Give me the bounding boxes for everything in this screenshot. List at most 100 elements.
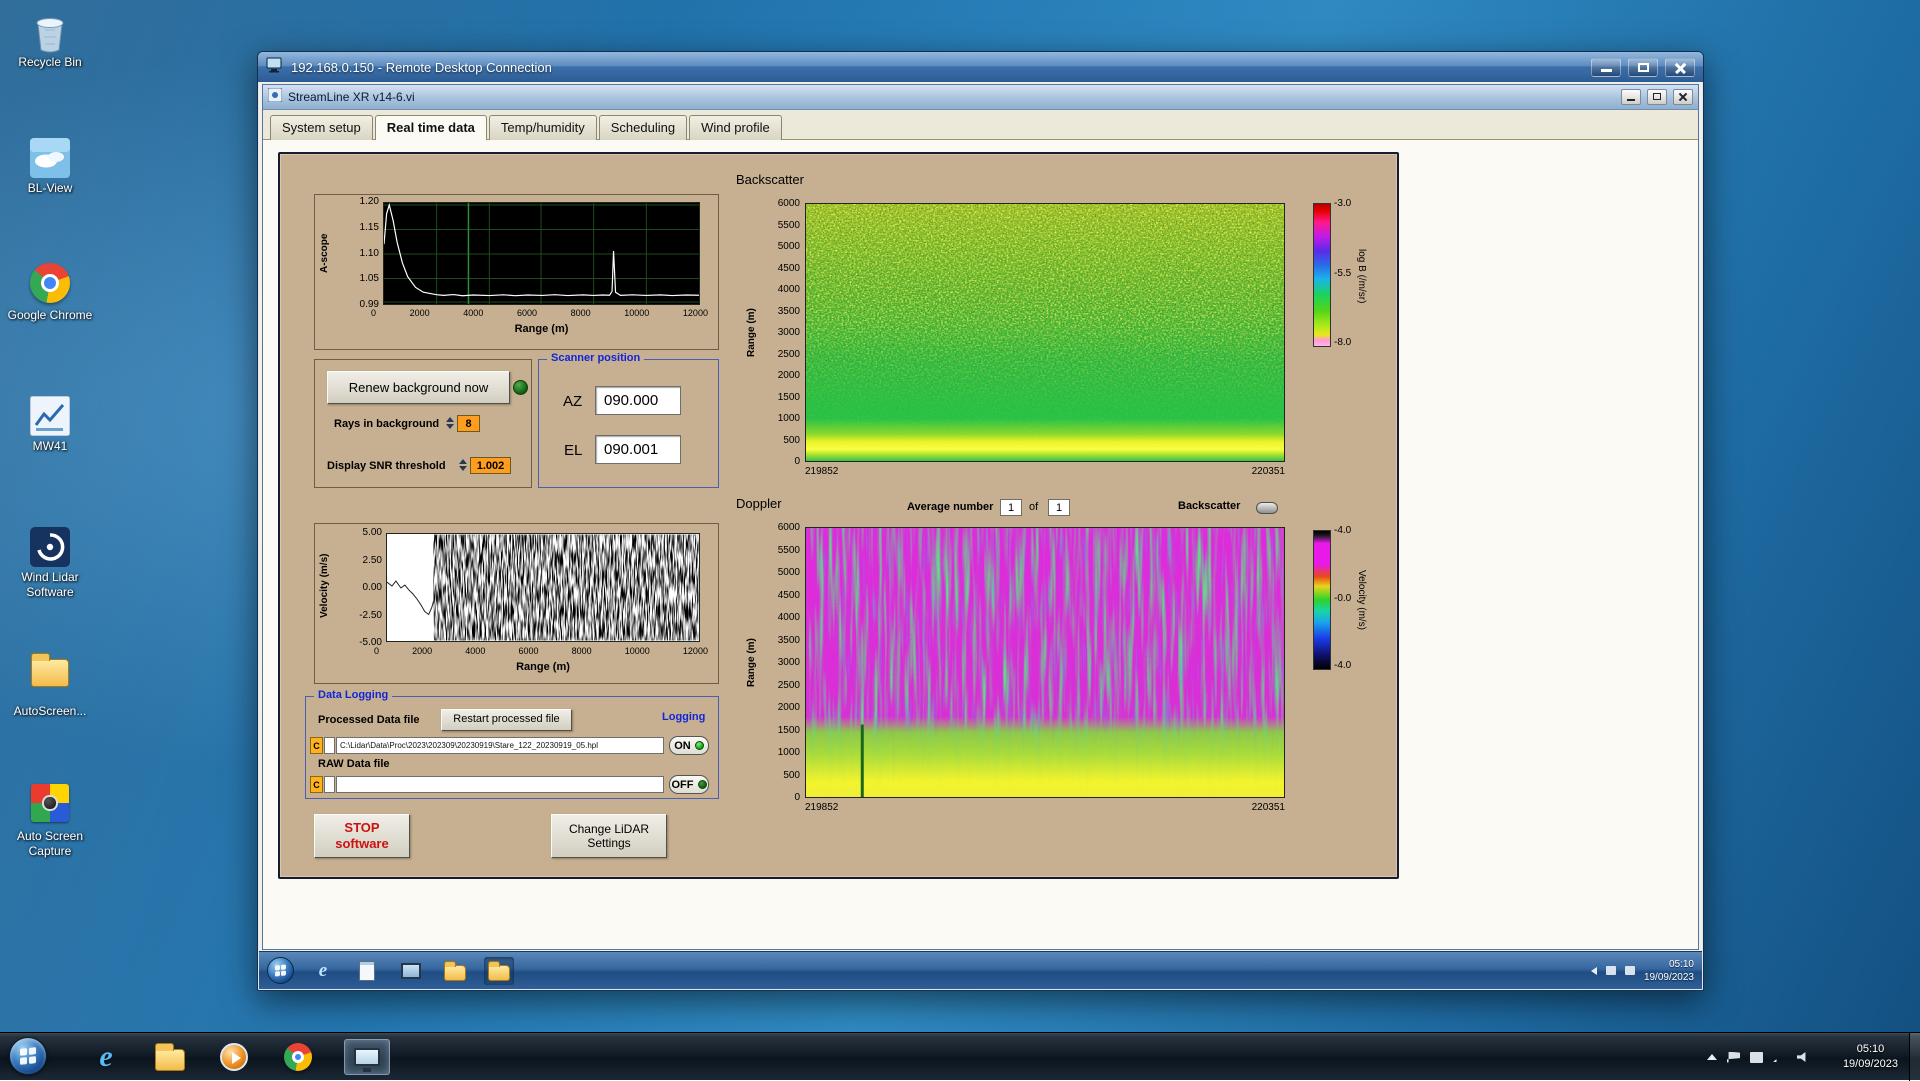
rays-field[interactable]: 8 [457, 415, 480, 432]
tab-scheduling[interactable]: Scheduling [599, 115, 687, 140]
raw-path-field[interactable] [336, 776, 664, 793]
app-titlebar[interactable]: StreamLine XR v14-6.vi [263, 85, 1698, 110]
desktop-icon-autoscreen[interactable]: AutoScreen... [6, 650, 94, 719]
snr-spinner[interactable] [459, 455, 467, 475]
remote-app-icon[interactable] [396, 957, 426, 985]
taskbar-media-player-icon[interactable] [214, 1039, 254, 1075]
tick-label: 1.10 [360, 248, 379, 259]
rdp-minimize-button[interactable] [1591, 58, 1621, 77]
tab-system-setup[interactable]: System setup [270, 115, 373, 140]
remote-clock[interactable]: 05:10 19/09/2023 [1644, 958, 1694, 984]
doppler-x-end: 220351 [1252, 802, 1285, 813]
az-field[interactable]: 090.000 [595, 386, 681, 415]
tick-label: 5.00 [363, 527, 382, 538]
scanner-position-title: Scanner position [547, 352, 644, 364]
restart-processed-button[interactable]: Restart processed file [441, 709, 572, 731]
tick-label: 3000 [778, 327, 800, 338]
taskbar-explorer-icon[interactable] [150, 1039, 190, 1075]
backscatter-heatmap [805, 203, 1285, 462]
average-number-field[interactable]: 1 [1000, 499, 1022, 516]
average-total-field[interactable]: 1 [1048, 499, 1070, 516]
processed-path-field[interactable]: C:\Lidar\Data\Proc\2023\202309\20230919\… [336, 737, 664, 754]
desktop-icon-auto-screen-capture[interactable]: Auto Screen Capture [6, 782, 94, 859]
browse-icon[interactable] [324, 737, 335, 754]
taskbar-rdp-icon[interactable] [344, 1039, 390, 1075]
tick-label: 2500 [778, 349, 800, 360]
desktop-icon-google-chrome[interactable]: Google Chrome [6, 262, 94, 323]
background-group: Renew background now Rays in background … [314, 359, 532, 488]
logging-off-button[interactable]: OFF [669, 775, 709, 794]
stop-software-button[interactable]: STOP software [314, 814, 410, 858]
remote-capture-icon[interactable] [484, 957, 514, 985]
rdp-close-button[interactable] [1665, 58, 1695, 77]
velocity-group: Velocity (m/s) 5.002.500.00-2.50-5.00 [314, 523, 719, 684]
app-minimize-button[interactable] [1621, 89, 1641, 105]
backscatter-toggle[interactable] [1256, 502, 1278, 514]
backscatter-x-end: 220351 [1252, 466, 1285, 477]
doppler-x-start: 219852 [805, 802, 838, 813]
tick-label: 1000 [778, 413, 800, 424]
app-maximize-button[interactable] [1647, 89, 1667, 105]
change-lidar-settings-button[interactable]: Change LiDAR Settings [551, 814, 667, 858]
app-close-button[interactable] [1673, 89, 1693, 105]
tray-chevron-icon[interactable] [1707, 1054, 1717, 1060]
clock-area[interactable]: 05:10 19/09/2023 [1843, 1033, 1898, 1081]
remote-folder-icon[interactable] [440, 957, 470, 985]
el-field[interactable]: 090.001 [595, 435, 681, 464]
remote-tray-chevron-icon[interactable] [1591, 967, 1597, 975]
tick-label: 4000 [463, 308, 483, 318]
desktop-wallpaper: Recycle Bin BL-View Google Chrome MW41 W… [0, 0, 1920, 1080]
a-scope-ylabel: A-scope [319, 205, 330, 301]
tick-label: 0.00 [363, 582, 382, 593]
show-desktop-button[interactable] [1909, 1033, 1920, 1081]
tick-label: 1500 [778, 725, 800, 736]
doppler-ylabel: Range (m) [746, 527, 757, 798]
remote-ie-icon[interactable]: e [308, 957, 338, 985]
tab-temp-humidity[interactable]: Temp/humidity [489, 115, 597, 140]
doppler-heatmap [805, 527, 1285, 798]
system-tray [1707, 1033, 1810, 1081]
tab-real-time-data[interactable]: Real time data [375, 115, 487, 140]
remote-taskbar: e 05:10 19/09/2023 [259, 951, 1702, 989]
remote-volume-icon[interactable] [1606, 966, 1616, 975]
desktop-icon-wind-lidar[interactable]: Wind Lidar Software [6, 525, 94, 600]
desktop-icon-mw41[interactable]: MW41 [6, 394, 94, 454]
tick-label: 10000 [625, 646, 650, 656]
rdp-window-title: 192.168.0.150 - Remote Desktop Connectio… [291, 60, 1584, 75]
a-scope-group: A-scope 1.201.151.101.050.99 [314, 194, 719, 350]
browse-icon-raw[interactable] [324, 776, 335, 793]
tick-label: 6000 [778, 522, 800, 533]
rays-spinner[interactable] [446, 413, 454, 433]
doppler-colorbar [1313, 530, 1331, 670]
taskbar-chrome-icon[interactable] [278, 1039, 318, 1075]
renew-background-button[interactable]: Renew background now [327, 371, 510, 404]
start-button[interactable] [9, 1037, 47, 1075]
snr-field[interactable]: 1.002 [470, 457, 511, 474]
tick-label: 0 [371, 308, 376, 318]
off-label: OFF [672, 779, 694, 791]
logging-on-button[interactable]: ON [669, 736, 709, 755]
taskbar-ie-icon[interactable]: e [86, 1039, 126, 1075]
remote-network-icon[interactable] [1625, 966, 1635, 975]
desktop-icon-bl-view[interactable]: BL-View [6, 136, 94, 196]
tick-label: -3.0 [1334, 198, 1351, 209]
rdp-maximize-button[interactable] [1628, 58, 1658, 77]
remote-start-orb[interactable] [267, 957, 294, 984]
backscatter-title: Backscatter [736, 172, 804, 187]
volume-icon[interactable] [1797, 1052, 1810, 1063]
backscatter-x-start: 219852 [805, 466, 838, 477]
tick-label: 1500 [778, 392, 800, 403]
remote-desktop-icon [354, 1048, 380, 1066]
tick-label: 3500 [778, 635, 800, 646]
desktop-icon-recycle-bin[interactable]: Recycle Bin [6, 10, 94, 70]
network-icon[interactable] [1773, 1052, 1787, 1062]
bl-view-icon [29, 136, 71, 178]
tab-wind-profile[interactable]: Wind profile [689, 115, 782, 140]
action-center-icon[interactable] [1727, 1052, 1740, 1063]
tick-label: 4500 [778, 590, 800, 601]
rdp-titlebar[interactable]: 192.168.0.150 - Remote Desktop Connectio… [258, 52, 1703, 82]
backscatter-colorbar-label: log B (/m/sr) [1356, 209, 1367, 344]
remote-notepad-icon[interactable] [352, 957, 382, 985]
on-label: ON [674, 740, 691, 752]
tray-app-icon[interactable] [1750, 1052, 1763, 1063]
